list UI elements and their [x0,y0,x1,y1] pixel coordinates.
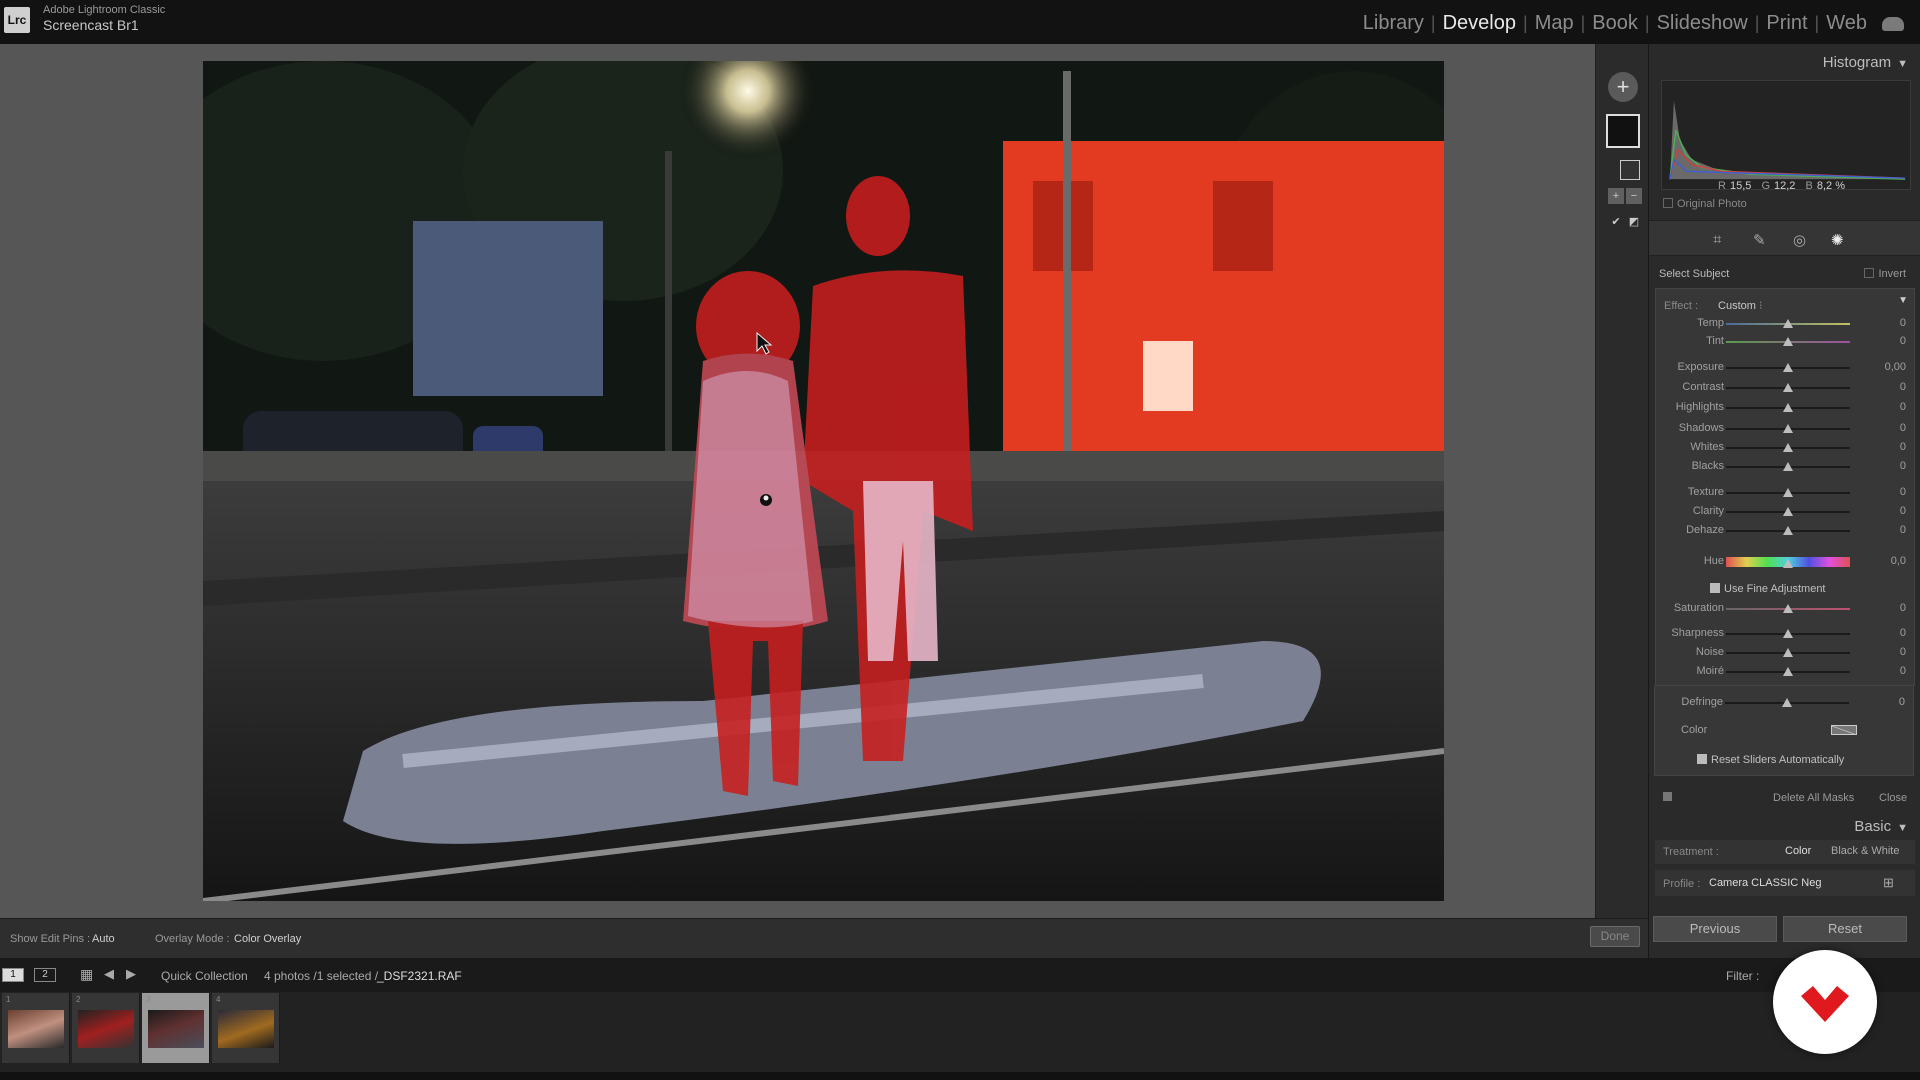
crop-icon[interactable]: ⌗ [1713,231,1721,248]
histogram-header[interactable]: Histogram ▼ [1823,54,1908,71]
done-button[interactable]: Done [1590,926,1640,947]
healing-icon[interactable]: ✎ [1753,231,1766,249]
add-mask-icon[interactable]: + [1608,72,1638,102]
close-masking-button[interactable]: Close [1879,792,1907,804]
develop-tool-bar: ⌗ ✎ ◎ ✺ [1649,220,1920,256]
profile-row: Profile : Camera CLASSIC Neg ⊞ [1655,870,1915,896]
add-component-icon[interactable]: + [1608,188,1624,204]
module-picker: Library | Develop | Map | Book | Slideshow | … [1356,12,1904,35]
collapse-triangle-icon[interactable]: ▼ [1897,822,1908,834]
filter-label: Filter : [1726,969,1760,983]
checkmark-icon[interactable]: ✔ [1608,214,1624,230]
top-bar: Lrc Adobe Lightroom Classic Screencast B… [0,0,1920,44]
treatment-color-button[interactable]: Color [1785,845,1811,857]
grid-icon[interactable]: ▦ [80,966,93,983]
module-book[interactable]: Book [1585,12,1645,35]
masking-icon[interactable]: ✺ [1831,231,1844,249]
delete-all-masks-button[interactable]: Delete All Masks [1773,792,1854,804]
slider-clarity[interactable]: Clarity 0 [1656,505,1914,519]
slider-hue[interactable]: Hue 0,0 [1656,555,1914,569]
cloud-icon[interactable] [1882,16,1904,31]
filmstrip-toolbar: 1 2 ▦ ◀ ▶ Quick Collection 4 photos /1 s… [0,958,1920,992]
module-map[interactable]: Map [1528,12,1581,35]
watermark-logo-icon [1801,986,1849,1022]
thumbnail[interactable]: 2 [72,993,140,1063]
thumbnail-selected[interactable]: 3 [142,993,210,1063]
slider-temp[interactable]: Temp 0 [1656,317,1914,331]
right-panel-lower: Delete All Masks Close Basic ▼ Treatment … [1648,782,1920,958]
slider-moire[interactable]: Moiré 0 [1656,665,1914,679]
overlay-mode-dropdown[interactable]: Color Overlay [234,933,301,945]
collapse-triangle-icon[interactable]: ▼ [1897,58,1908,70]
filename-dropdown[interactable]: _DSF2321.RAF [377,969,462,983]
slider-blacks[interactable]: Blacks 0 [1656,460,1914,474]
bottom-strip [0,1072,1920,1080]
slider-noise[interactable]: Noise 0 [1656,646,1914,660]
slider-tint[interactable]: Tint 0 [1656,335,1914,349]
profile-dropdown[interactable]: Camera CLASSIC Neg [1709,877,1822,889]
overlay-toggle-icon[interactable]: ◩ [1626,214,1642,230]
slider-dehaze[interactable]: Dehaze 0 [1656,524,1914,538]
treatment-bw-button[interactable]: Black & White [1831,845,1899,857]
mask-title: Select Subject [1659,268,1730,280]
bottom-toolbar: Show Edit Pins : Auto Overlay Mode : Col… [0,918,1648,958]
filmstrip: 1 2 3 4 [0,992,1920,1072]
source-label[interactable]: Quick Collection [161,969,248,983]
show-edit-pins-label: Show Edit Pins : [10,933,91,945]
histogram-readout: R 15,5 G 12,2 B 8,2 % [1718,180,1845,192]
module-web[interactable]: Web [1819,12,1874,35]
forward-arrow-icon[interactable]: ▶ [126,966,136,982]
histogram [1661,80,1911,190]
slider-highlights[interactable]: Highlights 0 [1656,401,1914,415]
back-arrow-icon[interactable]: ◀ [104,966,114,982]
product-name: Adobe Lightroom Classic [43,4,166,16]
slider-exposure[interactable]: Exposure 0,00 [1656,361,1914,375]
reset-sliders-checkbox[interactable]: Reset Sliders Automatically [1697,754,1844,766]
slider-sharpness[interactable]: Sharpness 0 [1656,627,1914,641]
thumbnail[interactable]: 1 [2,993,70,1063]
mask-adjustments-panel: Effect : Custom ⁝ ▼ Temp 0 Tint 0 Exposure 0… [1655,288,1915,686]
module-slideshow[interactable]: Slideshow [1650,12,1755,35]
mask-visibility-icon[interactable] [1663,792,1672,801]
original-photo-checkbox[interactable]: Original Photo [1663,198,1747,210]
previous-button[interactable]: Previous [1653,916,1777,942]
image-area [0,44,1595,918]
treatment-row: Treatment : Color Black & White [1655,840,1915,864]
collapse-triangle-icon[interactable]: ▼ [1898,295,1908,306]
slider-texture[interactable]: Texture 0 [1656,486,1914,500]
show-edit-pins-dropdown[interactable]: Auto [92,933,115,945]
effect-preset[interactable]: Effect : Custom ⁝ [1664,299,1763,312]
mask-adjustments-panel-continued: Defringe 0 Color Reset Sliders Automatica… [1654,686,1914,776]
selection-info: 4 photos /1 selected / [264,969,379,983]
color-swatch[interactable] [1831,725,1857,735]
slider-contrast[interactable]: Contrast 0 [1656,381,1914,395]
photo-preview[interactable] [203,61,1444,901]
basic-header[interactable]: Basic ▼ [1854,818,1908,835]
main-window-button[interactable]: 1 [2,968,24,982]
module-library[interactable]: Library [1356,12,1431,35]
masking-tool-strip: + + − ✔ ◩ [1595,44,1648,918]
channel-watermark [1773,950,1877,1054]
subject-component-icon[interactable] [1620,160,1640,180]
slider-saturation[interactable]: Saturation 0 [1656,602,1914,616]
subtract-component-icon[interactable]: − [1626,188,1642,204]
invert-checkbox[interactable]: Invert [1864,268,1906,280]
catalog-name: Screencast Br1 [43,17,139,33]
module-develop[interactable]: Develop [1436,12,1523,35]
slider-shadows[interactable]: Shadows 0 [1656,422,1914,436]
profile-browser-icon[interactable]: ⊞ [1883,875,1894,891]
slider-defringe[interactable]: Defringe 0 [1655,696,1913,710]
module-print[interactable]: Print [1759,12,1814,35]
mask-thumbnail[interactable] [1606,114,1640,148]
reset-button[interactable]: Reset [1783,916,1907,942]
color-label: Color [1681,724,1708,736]
overlay-mode-label: Overlay Mode : [155,933,230,945]
red-eye-icon[interactable]: ◎ [1793,231,1806,249]
slider-whites[interactable]: Whites 0 [1656,441,1914,455]
thumbnail[interactable]: 4 [212,993,280,1063]
use-fine-adjustment-checkbox[interactable]: Use Fine Adjustment [1710,583,1826,595]
second-window-button[interactable]: 2 [34,968,56,982]
lightroom-logo: Lrc [4,7,30,33]
